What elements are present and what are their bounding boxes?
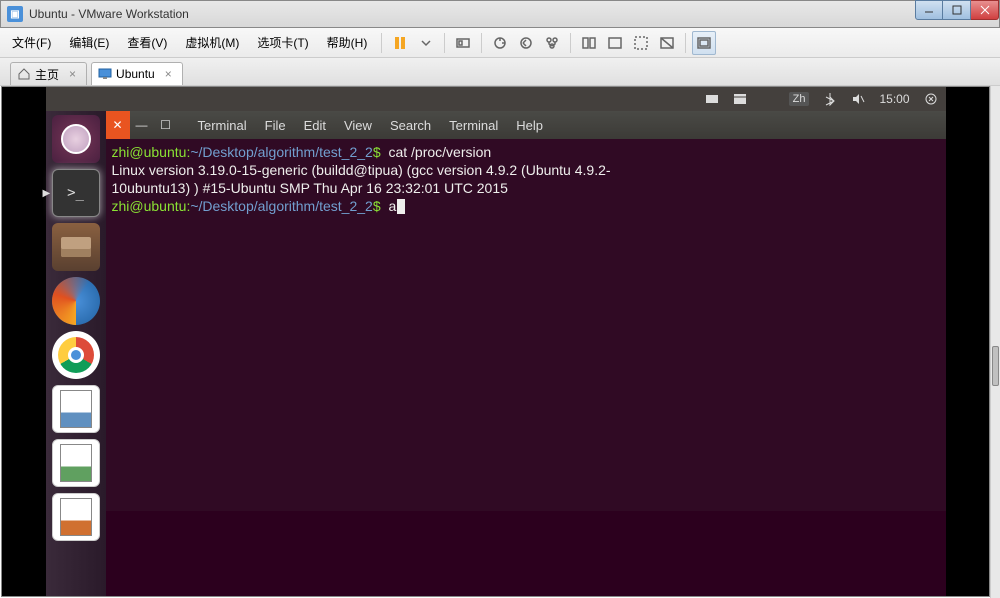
files-launcher-icon[interactable] <box>52 223 100 271</box>
dash-icon[interactable] <box>52 115 100 163</box>
calendar-indicator[interactable] <box>733 92 747 106</box>
clock[interactable]: 15:00 <box>879 92 909 106</box>
maximize-button[interactable] <box>943 0 971 20</box>
firefox-launcher-icon[interactable] <box>52 277 100 325</box>
vertical-scrollbar[interactable] <box>990 86 1000 598</box>
scrollbar-thumb[interactable] <box>992 346 999 386</box>
separator <box>481 33 482 53</box>
tab-close-icon[interactable]: × <box>165 67 172 81</box>
terminal-minimize-button[interactable]: — <box>130 111 154 139</box>
vmware-app-icon: ▣ <box>7 6 23 22</box>
close-button[interactable] <box>971 0 999 20</box>
menu-file[interactable]: 文件(F) <box>4 30 59 55</box>
chromium-launcher-icon[interactable] <box>52 331 100 379</box>
running-arrow-icon: ▶ <box>43 188 51 199</box>
tab-home[interactable]: 主页 × <box>10 62 87 85</box>
ubuntu-launcher: ▶ <box>46 111 106 596</box>
impress-launcher-icon[interactable] <box>52 493 100 541</box>
network-indicator[interactable] <box>761 92 775 106</box>
terminal-close-button[interactable]: ✕ <box>106 111 130 139</box>
sound-indicator[interactable] <box>851 92 865 106</box>
ubuntu-top-panel: Zh 15:00 <box>46 87 946 111</box>
monitor-icon <box>98 67 112 81</box>
separator <box>381 33 382 53</box>
tab-close-icon[interactable]: × <box>69 67 76 81</box>
separator <box>685 33 686 53</box>
menu-vm[interactable]: 虚拟机(M) <box>177 30 247 55</box>
view-console-button[interactable] <box>692 31 716 55</box>
terminal-menu-file[interactable]: File <box>257 114 294 137</box>
minimize-button[interactable] <box>915 0 943 20</box>
menu-view[interactable]: 查看(V) <box>119 30 175 55</box>
terminal-maximize-button[interactable]: ☐ <box>154 111 178 139</box>
bluetooth-indicator[interactable] <box>823 92 837 106</box>
send-ctrl-alt-del-button[interactable] <box>451 31 475 55</box>
revert-snapshot-button[interactable] <box>514 31 538 55</box>
session-indicator[interactable] <box>924 92 938 106</box>
tab-ubuntu-label: Ubuntu <box>116 67 155 81</box>
vm-display-area[interactable]: Zh 15:00 ▶ ✕ — ☐ <box>1 86 990 597</box>
manage-snapshot-button[interactable] <box>540 31 564 55</box>
tab-home-label: 主页 <box>35 66 59 83</box>
terminal-app-name: Terminal <box>190 114 255 137</box>
terminal-menu-edit[interactable]: Edit <box>296 114 334 137</box>
keyboard-indicator[interactable] <box>705 92 719 106</box>
separator <box>570 33 571 53</box>
terminal-menubar: Terminal File Edit View Search Terminal … <box>190 114 552 137</box>
view-unity-button[interactable] <box>603 31 627 55</box>
view-seamless-button[interactable] <box>655 31 679 55</box>
terminal-body[interactable]: zhi@ubuntu:~/Desktop/algorithm/test_2_2$… <box>106 139 946 219</box>
windows-titlebar: ▣ Ubuntu - VMware Workstation <box>0 0 1000 28</box>
terminal-launcher-icon[interactable]: ▶ <box>52 169 100 217</box>
window-controls <box>915 0 999 22</box>
ime-indicator[interactable]: Zh <box>789 92 810 106</box>
power-dropdown[interactable] <box>414 31 438 55</box>
ubuntu-desktop: Zh 15:00 ▶ ✕ — ☐ <box>46 87 946 596</box>
view-split-button[interactable] <box>577 31 601 55</box>
writer-launcher-icon[interactable] <box>52 385 100 433</box>
menu-edit[interactable]: 编辑(E) <box>61 30 117 55</box>
tab-ubuntu[interactable]: Ubuntu × <box>91 62 183 85</box>
terminal-menu-view[interactable]: View <box>336 114 380 137</box>
menu-tabs[interactable]: 选项卡(T) <box>249 30 316 55</box>
vmware-tab-strip: 主页 × Ubuntu × <box>0 58 1000 86</box>
calc-launcher-icon[interactable] <box>52 439 100 487</box>
terminal-menu-search[interactable]: Search <box>382 114 439 137</box>
pause-vm-button[interactable] <box>388 31 412 55</box>
separator <box>444 33 445 53</box>
terminal-cursor <box>397 199 405 214</box>
terminal-titlebar[interactable]: ✕ — ☐ Terminal File Edit View Search Ter… <box>106 111 946 139</box>
vmware-menubar: 文件(F) 编辑(E) 查看(V) 虚拟机(M) 选项卡(T) 帮助(H) <box>0 28 1000 58</box>
home-icon <box>17 67 31 81</box>
view-fullscreen-button[interactable] <box>629 31 653 55</box>
terminal-menu-help[interactable]: Help <box>508 114 551 137</box>
terminal-menu-terminal[interactable]: Terminal <box>441 114 506 137</box>
snapshot-button[interactable] <box>488 31 512 55</box>
menu-help[interactable]: 帮助(H) <box>319 30 376 55</box>
terminal-window: ✕ — ☐ Terminal File Edit View Search Ter… <box>106 111 946 511</box>
window-title: Ubuntu - VMware Workstation <box>29 7 915 21</box>
